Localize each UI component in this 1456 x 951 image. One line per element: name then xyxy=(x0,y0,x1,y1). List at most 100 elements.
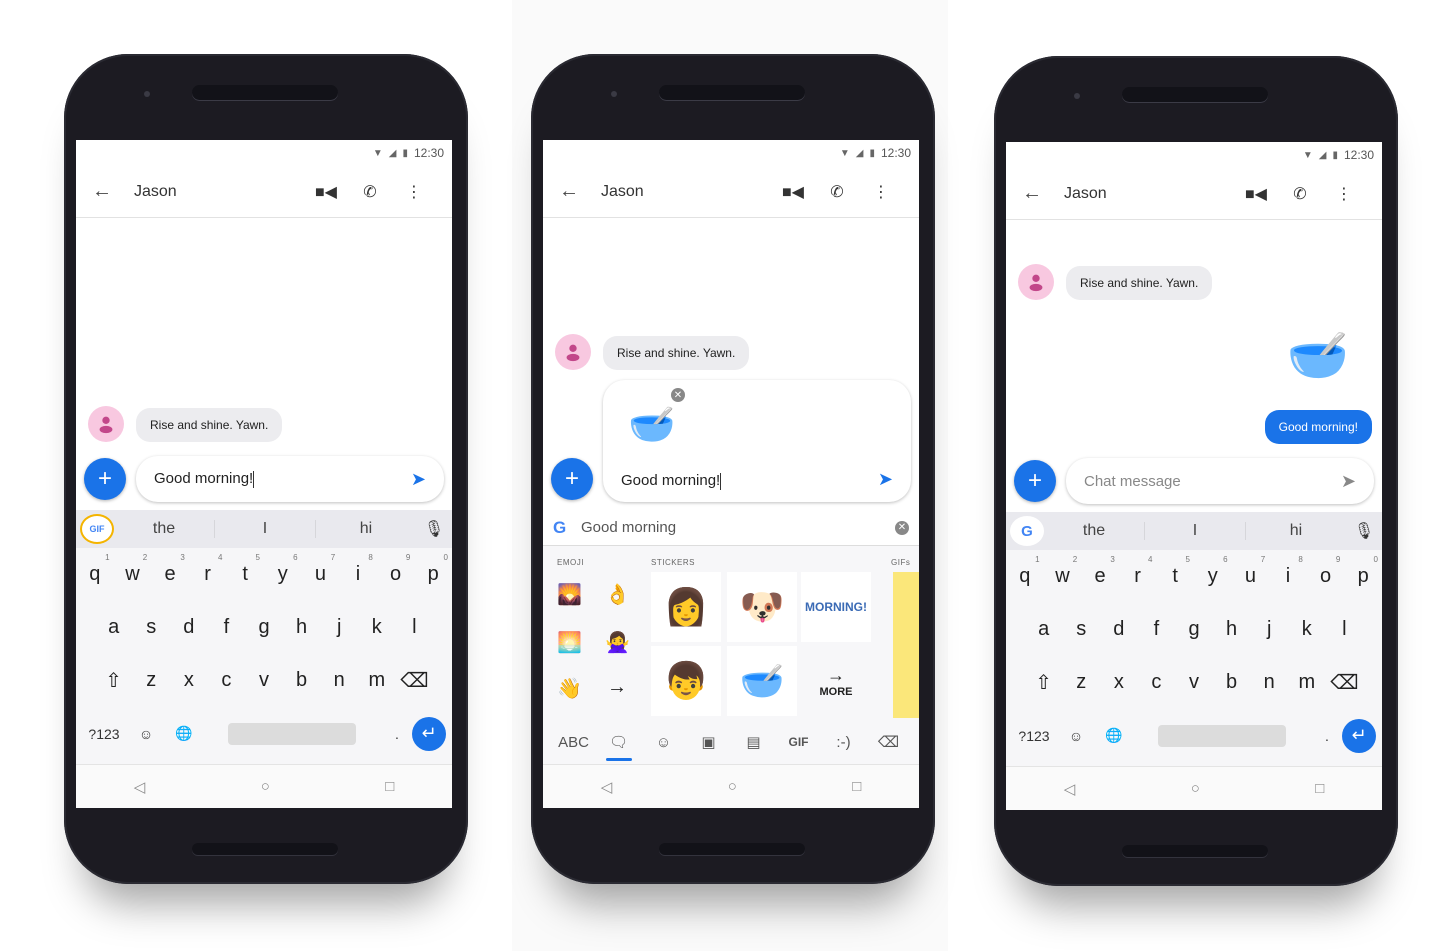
contact-avatar[interactable] xyxy=(1018,264,1054,300)
contact-avatar[interactable] xyxy=(88,406,124,442)
tab-recent-stickers[interactable]: 🗨 xyxy=(596,733,641,761)
key-n[interactable]: n xyxy=(1250,671,1288,694)
add-attachment-button[interactable]: + xyxy=(551,458,593,500)
videocam-icon[interactable]: ■◀ xyxy=(771,182,815,202)
more-vert-icon[interactable]: ⋮ xyxy=(1322,184,1366,204)
emoji-item[interactable]: 🌄 xyxy=(557,582,582,607)
add-attachment-button[interactable]: + xyxy=(84,458,126,500)
key-y[interactable]: y6 xyxy=(264,553,302,586)
nav-back-icon[interactable]: ◁ xyxy=(601,778,613,796)
key-i[interactable]: i8 xyxy=(339,553,377,586)
arrow-back-icon[interactable]: ← xyxy=(559,180,601,203)
key-q[interactable]: q1 xyxy=(1006,555,1044,588)
tab-bitmoji[interactable]: ▣ xyxy=(686,733,731,751)
tab-gif[interactable]: GIF xyxy=(776,735,821,749)
key-s[interactable]: s xyxy=(1062,618,1100,641)
emoji-item[interactable]: 🌅 xyxy=(557,630,582,655)
key-t[interactable]: t5 xyxy=(1156,555,1194,588)
sticker-item[interactable]: 👩 xyxy=(651,572,721,642)
gif-button[interactable]: GIF xyxy=(80,514,114,544)
key-a[interactable]: a xyxy=(1025,618,1063,641)
suggestion-item[interactable]: I xyxy=(1145,522,1246,540)
key-v[interactable]: v xyxy=(1175,671,1213,694)
key-m[interactable]: m xyxy=(1288,671,1326,694)
key-g[interactable]: g xyxy=(1175,618,1213,641)
key-y[interactable]: y6 xyxy=(1194,555,1232,588)
key-r[interactable]: r4 xyxy=(1119,555,1157,588)
key-d[interactable]: d xyxy=(170,616,208,639)
key-p[interactable]: p0 xyxy=(414,553,452,586)
mic-icon[interactable]: 🎙 xyxy=(1346,521,1382,541)
search-bar[interactable]: G Good morning ✕ xyxy=(543,510,919,546)
key-b[interactable]: b xyxy=(1213,671,1251,694)
mic-icon[interactable]: 🎙 xyxy=(416,519,452,539)
sticker-item[interactable]: 👦 xyxy=(651,646,721,716)
symbols-key[interactable]: ?123 xyxy=(1012,728,1056,744)
key-b[interactable]: b xyxy=(283,669,321,692)
key-f[interactable]: f xyxy=(1138,618,1176,641)
key-e[interactable]: e3 xyxy=(1081,555,1119,588)
nav-recents-icon[interactable]: □ xyxy=(1315,780,1324,797)
nav-home-icon[interactable]: ○ xyxy=(728,778,737,795)
tab-emoticons[interactable]: :-) xyxy=(821,734,866,751)
clear-search-icon[interactable]: ✕ xyxy=(895,520,909,535)
key-v[interactable]: v xyxy=(245,669,283,692)
sticker-item[interactable]: 🐶 xyxy=(727,572,797,642)
key-l[interactable]: l xyxy=(396,616,434,639)
key-d[interactable]: d xyxy=(1100,618,1138,641)
backspace-icon[interactable]: ⌫ xyxy=(396,668,434,693)
phone-icon[interactable]: ✆ xyxy=(815,182,859,202)
send-icon[interactable]: ➤ xyxy=(1341,471,1356,492)
backspace-icon[interactable]: ⌫ xyxy=(1326,670,1364,695)
tab-abc[interactable]: ABC xyxy=(551,734,596,751)
suggestion-item[interactable]: the xyxy=(1044,522,1145,540)
key-a[interactable]: a xyxy=(95,616,133,639)
emoji-comma-key[interactable]: ☺ xyxy=(126,726,166,742)
shift-icon[interactable]: ⇧ xyxy=(1025,670,1063,695)
globe-icon[interactable]: 🌐 xyxy=(1096,727,1132,744)
add-attachment-button[interactable]: + xyxy=(1014,460,1056,502)
suggestion-item[interactable]: I xyxy=(215,520,316,538)
key-n[interactable]: n xyxy=(320,669,358,692)
key-x[interactable]: x xyxy=(170,669,208,692)
compose-field[interactable]: 🥣 ✕ Good morning! ➤ xyxy=(603,380,911,502)
nav-back-icon[interactable]: ◁ xyxy=(1064,780,1076,798)
key-m[interactable]: m xyxy=(358,669,396,692)
emoji-item[interactable]: 👋 xyxy=(557,676,582,701)
space-bar[interactable] xyxy=(228,722,356,745)
search-query[interactable]: Good morning xyxy=(581,519,895,536)
nav-back-icon[interactable]: ◁ xyxy=(134,778,146,796)
key-o[interactable]: o9 xyxy=(377,553,415,586)
send-icon[interactable]: ➤ xyxy=(878,469,893,490)
videocam-icon[interactable]: ■◀ xyxy=(304,182,348,202)
arrow-back-icon[interactable]: ← xyxy=(1022,182,1064,205)
enter-button[interactable]: ↵ xyxy=(412,716,446,751)
key-u[interactable]: u7 xyxy=(1232,555,1270,588)
key-e[interactable]: e3 xyxy=(151,553,189,586)
emoji-comma-key[interactable]: ☺ xyxy=(1056,728,1096,744)
space-bar[interactable] xyxy=(1158,724,1286,747)
key-k[interactable]: k xyxy=(358,616,396,639)
key-o[interactable]: o9 xyxy=(1307,555,1345,588)
compose-field[interactable]: Good morning! ➤ xyxy=(136,456,444,502)
key-j[interactable]: j xyxy=(320,616,358,639)
compose-field[interactable]: Chat message ➤ xyxy=(1066,458,1374,504)
key-z[interactable]: z xyxy=(1062,671,1100,694)
nav-recents-icon[interactable]: □ xyxy=(385,778,394,795)
key-q[interactable]: q1 xyxy=(76,553,114,586)
key-u[interactable]: u7 xyxy=(302,553,340,586)
send-icon[interactable]: ➤ xyxy=(411,469,426,490)
emoji-item[interactable]: 👌 xyxy=(605,582,630,607)
key-c[interactable]: c xyxy=(208,669,246,692)
key-j[interactable]: j xyxy=(1250,618,1288,641)
contact-avatar[interactable] xyxy=(555,334,591,370)
phone-icon[interactable]: ✆ xyxy=(348,182,392,202)
google-icon[interactable]: G xyxy=(1010,516,1044,546)
shift-icon[interactable]: ⇧ xyxy=(95,668,133,693)
gif-preview[interactable] xyxy=(893,572,919,718)
key-l[interactable]: l xyxy=(1326,618,1364,641)
emoji-item[interactable]: 🙅‍♀️ xyxy=(605,630,630,655)
nav-home-icon[interactable]: ○ xyxy=(1191,780,1200,797)
key-z[interactable]: z xyxy=(132,669,170,692)
suggestion-item[interactable]: hi xyxy=(316,520,416,538)
